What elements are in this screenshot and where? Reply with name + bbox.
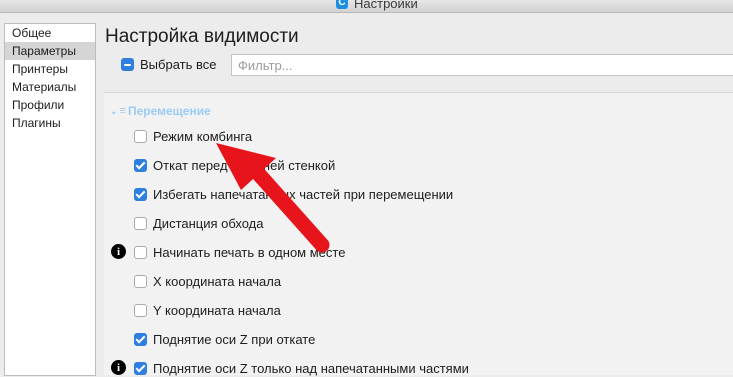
setting-label: Y координата начала (153, 302, 281, 318)
sidebar: Общее Параметры Принтеры Материалы Профи… (4, 23, 96, 376)
chevron-down-icon[interactable]: ⌄ (110, 106, 118, 117)
setting-row[interactable]: Откат перед внешней стенкой (134, 156, 335, 174)
checkbox[interactable] (134, 216, 147, 230)
checkbox-checked[interactable] (134, 187, 147, 201)
setting-label: Откат перед внешней стенкой (153, 157, 336, 173)
setting-row[interactable]: Дистанция обхода (134, 214, 264, 232)
checkbox-checked[interactable] (134, 332, 147, 346)
setting-label: Поднятие оси Z при откате (153, 331, 316, 347)
select-all-checkbox[interactable]: Выбрать все (121, 57, 216, 72)
category-label: Перемещение (127, 104, 211, 118)
sidebar-item-plugins[interactable]: Плагины (5, 114, 95, 132)
setting-row[interactable]: X координата начала (134, 272, 281, 290)
info-icon[interactable]: i (111, 244, 126, 259)
sidebar-item-printers[interactable]: Принтеры (5, 60, 95, 78)
setting-label: Режим комбинга (153, 128, 253, 144)
sidebar-item-profiles[interactable]: Профили (5, 96, 95, 114)
sidebar-item-settings[interactable]: Параметры (5, 42, 95, 60)
checkbox[interactable] (134, 245, 147, 259)
window-title: C Настройки (336, 0, 418, 11)
setting-row[interactable]: Поднятие оси Z только над напечатанными … (134, 359, 469, 377)
checkbox-checked[interactable] (134, 361, 147, 375)
setting-label: Начинать печать в одном месте (153, 244, 346, 260)
setting-row[interactable]: Начинать печать в одном месте (134, 243, 345, 261)
setting-row[interactable]: Y координата начала (134, 301, 281, 319)
setting-label: Поднятие оси Z только над напечатанными … (153, 360, 469, 376)
info-icon[interactable]: i (111, 360, 126, 375)
sidebar-item-materials[interactable]: Материалы (5, 78, 95, 96)
checkbox-checked[interactable] (134, 158, 147, 172)
checkbox[interactable] (134, 303, 147, 317)
indeterminate-checkbox-icon[interactable] (121, 58, 134, 71)
window-title-text: Настройки (354, 0, 418, 11)
travel-icon: ≡ (119, 105, 126, 117)
setting-row[interactable]: Избегать напечатанных частей при перемещ… (134, 185, 453, 203)
title-bar: C Настройки (0, 0, 733, 13)
sidebar-item-general[interactable]: Общее (5, 24, 95, 42)
setting-row[interactable]: Поднятие оси Z при откате (134, 330, 315, 348)
select-all-label: Выбрать все (140, 57, 217, 72)
setting-label: Избегать напечатанных частей при перемещ… (153, 186, 454, 202)
setting-label: X координата начала (153, 273, 282, 289)
checkbox[interactable] (134, 274, 147, 288)
setting-label: Дистанция обхода (153, 215, 264, 231)
page-title: Настройка видимости (105, 26, 299, 47)
filter-input[interactable] (231, 54, 733, 76)
checkbox[interactable] (134, 129, 147, 143)
app-icon: C (336, 0, 348, 9)
category-header-travel[interactable]: ⌄ ≡ Перемещение (110, 104, 211, 118)
setting-row[interactable]: Режим комбинга (134, 127, 252, 145)
